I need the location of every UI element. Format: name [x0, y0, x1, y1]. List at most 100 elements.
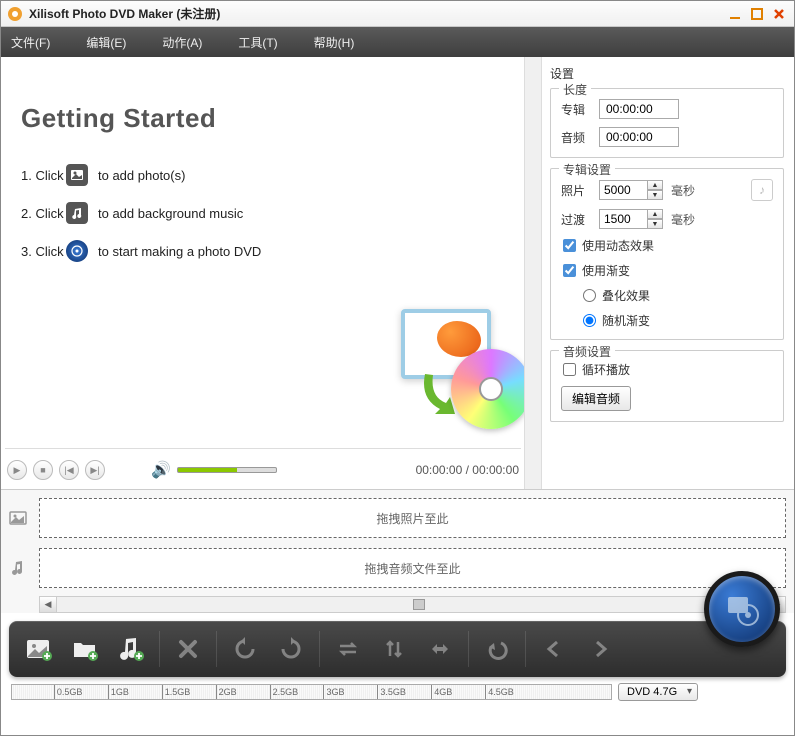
capacity-tick: 2GB: [216, 685, 237, 699]
play-button[interactable]: ▶: [7, 460, 27, 480]
maximize-button[interactable]: [748, 5, 766, 23]
capacity-bar: 0.5GB1GB1.5GB2GB2.5GB3GB3.5GB4GB4.5GB: [11, 684, 612, 700]
settings-pane: 设置 长度 专辑 音频 专辑设置 照片 ▲▼ 毫秒 ♪: [542, 57, 794, 489]
trans-spin-up[interactable]: ▲: [647, 209, 663, 219]
rotate-cw-button[interactable]: [271, 630, 311, 668]
timeline-scrollbar[interactable]: ◀ ▶: [39, 596, 786, 613]
random-gradient-radio[interactable]: 随机渐变: [583, 312, 773, 329]
add-photo-button[interactable]: [19, 630, 59, 668]
dynamic-effect-checkbox[interactable]: 使用动态效果: [563, 237, 773, 254]
prev-button[interactable]: |◀: [59, 460, 79, 480]
step-2-prefix: 2. Click: [21, 206, 66, 221]
toolbar-sep-1: [159, 631, 160, 667]
gradient-radio-group: 叠化效果 随机渐变: [583, 287, 773, 329]
photo-spin-up[interactable]: ▲: [647, 180, 663, 190]
step-2-text: to add background music: [98, 206, 243, 221]
match-music-button[interactable]: ♪: [751, 179, 773, 201]
toolbar-sep-4: [468, 631, 469, 667]
random-gradient-input[interactable]: [583, 314, 596, 327]
overlay-effect-label: 叠化效果: [602, 287, 650, 304]
overlay-effect-input[interactable]: [583, 289, 596, 302]
audio-settings-fieldset: 音频设置 循环播放 编辑音频: [550, 350, 784, 422]
menu-file[interactable]: 文件(F): [11, 34, 50, 51]
timecode-display: 00:00:00 / 00:00:00: [416, 463, 519, 477]
capacity-tick: 3GB: [323, 685, 344, 699]
loop-button[interactable]: [328, 630, 368, 668]
length-fieldset: 长度 专辑 音频: [550, 88, 784, 158]
audio-length-label: 音频: [561, 129, 591, 146]
photo-duration-label: 照片: [561, 182, 591, 199]
transition-button[interactable]: [420, 630, 460, 668]
photo-duration-unit: 毫秒: [671, 182, 695, 199]
step-row-1: 1. Click to add photo(s): [21, 164, 521, 186]
add-folder-button[interactable]: [65, 630, 105, 668]
menu-edit[interactable]: 编辑(E): [86, 34, 126, 51]
photo-duration-input[interactable]: [599, 180, 647, 200]
loop-playback-checkbox[interactable]: 循环播放: [563, 361, 773, 378]
transition-duration-spinner[interactable]: ▲▼: [599, 209, 663, 229]
toolbar-sep-2: [216, 631, 217, 667]
move-left-button[interactable]: [534, 630, 574, 668]
audio-track: 拖拽音频文件至此: [3, 546, 792, 590]
next-button[interactable]: ▶|: [85, 460, 105, 480]
menu-action[interactable]: 动作(A): [162, 34, 202, 51]
photo-spin-down[interactable]: ▼: [647, 190, 663, 200]
toolbar-sep-5: [525, 631, 526, 667]
timeline-tracks: 拖拽照片至此 拖拽音频文件至此 ◀ ▶: [1, 489, 794, 613]
preview-pane: Getting Started 1. Click to add photo(s)…: [1, 57, 542, 489]
step-row-2: 2. Click to add background music: [21, 202, 521, 224]
delete-button[interactable]: [168, 630, 208, 668]
use-gradient-checkbox[interactable]: 使用渐变: [563, 262, 773, 279]
photo-duration-spinner[interactable]: ▲▼: [599, 180, 663, 200]
transition-duration-label: 过渡: [561, 211, 591, 228]
use-gradient-label: 使用渐变: [582, 262, 630, 279]
capacity-tick: 0.5GB: [54, 685, 83, 699]
burn-button[interactable]: [704, 571, 780, 647]
burn-dvd-icon: [66, 240, 88, 262]
album-length-label: 专辑: [561, 101, 591, 118]
timeline-scroll-left[interactable]: ◀: [40, 597, 57, 612]
photo-track-icon: [3, 509, 33, 527]
move-right-button[interactable]: [580, 630, 620, 668]
preview-scrollbar[interactable]: [524, 57, 541, 489]
sort-button[interactable]: [374, 630, 414, 668]
menu-help[interactable]: 帮助(H): [314, 34, 355, 51]
trans-spin-down[interactable]: ▼: [647, 219, 663, 229]
capacity-tick: 3.5GB: [377, 685, 406, 699]
loop-playback-label: 循环播放: [582, 361, 630, 378]
undo-button[interactable]: [477, 630, 517, 668]
use-gradient-input[interactable]: [563, 264, 576, 277]
hero-illustration: [391, 309, 531, 429]
loop-playback-input[interactable]: [563, 363, 576, 376]
close-button[interactable]: [770, 5, 788, 23]
overlay-effect-radio[interactable]: 叠化效果: [583, 287, 773, 304]
capacity-tick: 1.5GB: [162, 685, 191, 699]
audio-dropzone[interactable]: 拖拽音频文件至此: [39, 548, 786, 588]
workspace: Getting Started 1. Click to add photo(s)…: [1, 57, 794, 489]
random-gradient-label: 随机渐变: [602, 312, 650, 329]
capacity-bar-row: 0.5GB1GB1.5GB2GB2.5GB3GB3.5GB4GB4.5GB DV…: [11, 683, 784, 701]
app-logo-icon: [7, 6, 23, 22]
timeline-scroll-thumb[interactable]: [413, 599, 425, 610]
dynamic-effect-input[interactable]: [563, 239, 576, 252]
edit-audio-button[interactable]: 编辑音频: [561, 386, 631, 411]
volume-slider[interactable]: [177, 467, 277, 473]
disc-type-selector[interactable]: DVD 4.7G: [618, 683, 698, 701]
capacity-tick: 2.5GB: [270, 685, 299, 699]
length-legend: 长度: [559, 81, 591, 98]
menu-tools[interactable]: 工具(T): [238, 34, 277, 51]
transition-duration-input[interactable]: [599, 209, 647, 229]
audio-length-input[interactable]: [599, 127, 679, 147]
step-1-text: to add photo(s): [98, 168, 185, 183]
settings-header: 设置: [550, 65, 784, 82]
playbar: ▶ ■ |◀ ▶| 🔊 00:00:00 / 00:00:00: [7, 455, 519, 485]
album-settings-fieldset: 专辑设置 照片 ▲▼ 毫秒 ♪ 过渡 ▲▼ 毫秒 使用动态效: [550, 168, 784, 340]
step-1-prefix: 1. Click: [21, 168, 66, 183]
photo-dropzone[interactable]: 拖拽照片至此: [39, 498, 786, 538]
add-audio-button[interactable]: [111, 630, 151, 668]
stop-button[interactable]: ■: [33, 460, 53, 480]
album-length-input[interactable]: [599, 99, 679, 119]
minimize-button[interactable]: [726, 5, 744, 23]
rotate-ccw-button[interactable]: [225, 630, 265, 668]
capacity-tick: 1GB: [108, 685, 129, 699]
